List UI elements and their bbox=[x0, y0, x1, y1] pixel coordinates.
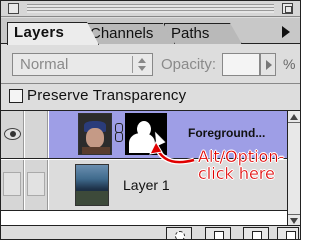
layers-palette: Paths Channels Layers Normal Opacity: % … bbox=[0, 0, 301, 240]
preserve-transparency-label: Preserve Transparency bbox=[27, 87, 187, 104]
annotation-arrow-icon bbox=[149, 140, 195, 165]
resize-box-icon[interactable] bbox=[277, 227, 299, 239]
zoom-box-icon[interactable] bbox=[282, 3, 293, 14]
thumbnail-landscape bbox=[76, 191, 108, 205]
opacity-percent-sign: % bbox=[283, 56, 296, 72]
tab-paths[interactable]: Paths bbox=[164, 23, 242, 44]
visibility-cell[interactable] bbox=[1, 160, 24, 210]
mask-silhouette-head bbox=[137, 121, 151, 137]
scroll-up-arrow-icon[interactable] bbox=[288, 111, 300, 123]
thumbnail-shirt bbox=[82, 147, 110, 154]
annotation-callout: Alt/Option-click here bbox=[198, 147, 285, 183]
opacity-label: Opacity: bbox=[161, 56, 217, 73]
layer-name-foreground[interactable]: Foreground... bbox=[188, 126, 265, 140]
new-layer-icon[interactable] bbox=[205, 227, 231, 239]
empty-edit-box[interactable] bbox=[27, 172, 45, 196]
close-box-icon[interactable] bbox=[8, 3, 19, 14]
visibility-cell[interactable] bbox=[1, 111, 24, 158]
palette-bottom-bar bbox=[1, 225, 300, 239]
palette-menu-arrow-icon[interactable] bbox=[282, 26, 290, 38]
palette-title-bar[interactable] bbox=[1, 1, 300, 17]
blend-mode-select[interactable]: Normal bbox=[12, 53, 153, 76]
hidden-visibility-box[interactable] bbox=[3, 172, 21, 196]
title-bar-stripes bbox=[27, 4, 274, 13]
opacity-field[interactable] bbox=[222, 53, 260, 76]
edit-cell[interactable] bbox=[25, 111, 69, 158]
chain-icon[interactable] bbox=[115, 123, 123, 143]
opacity-slider-arrow-icon[interactable] bbox=[260, 53, 276, 76]
blend-mode-value: Normal bbox=[20, 56, 69, 73]
preserve-transparency-checkbox[interactable] bbox=[9, 89, 23, 103]
trash-icon[interactable] bbox=[243, 227, 269, 239]
tab-layers[interactable]: Layers bbox=[7, 22, 99, 45]
blend-opacity-row: Normal Opacity: % bbox=[1, 45, 300, 83]
edit-cell[interactable] bbox=[25, 160, 48, 210]
preserve-transparency-row: Preserve Transparency bbox=[1, 83, 300, 109]
palette-tabs: Paths Channels Layers bbox=[1, 18, 300, 44]
eye-icon[interactable] bbox=[4, 128, 21, 140]
layer-mask-icon[interactable] bbox=[166, 227, 192, 239]
updown-arrows-icon bbox=[132, 56, 149, 73]
layer-thumbnail-foreground[interactable] bbox=[78, 113, 112, 155]
thumbnail-face bbox=[86, 128, 104, 148]
layer-thumbnail-layer-1[interactable] bbox=[75, 164, 109, 206]
